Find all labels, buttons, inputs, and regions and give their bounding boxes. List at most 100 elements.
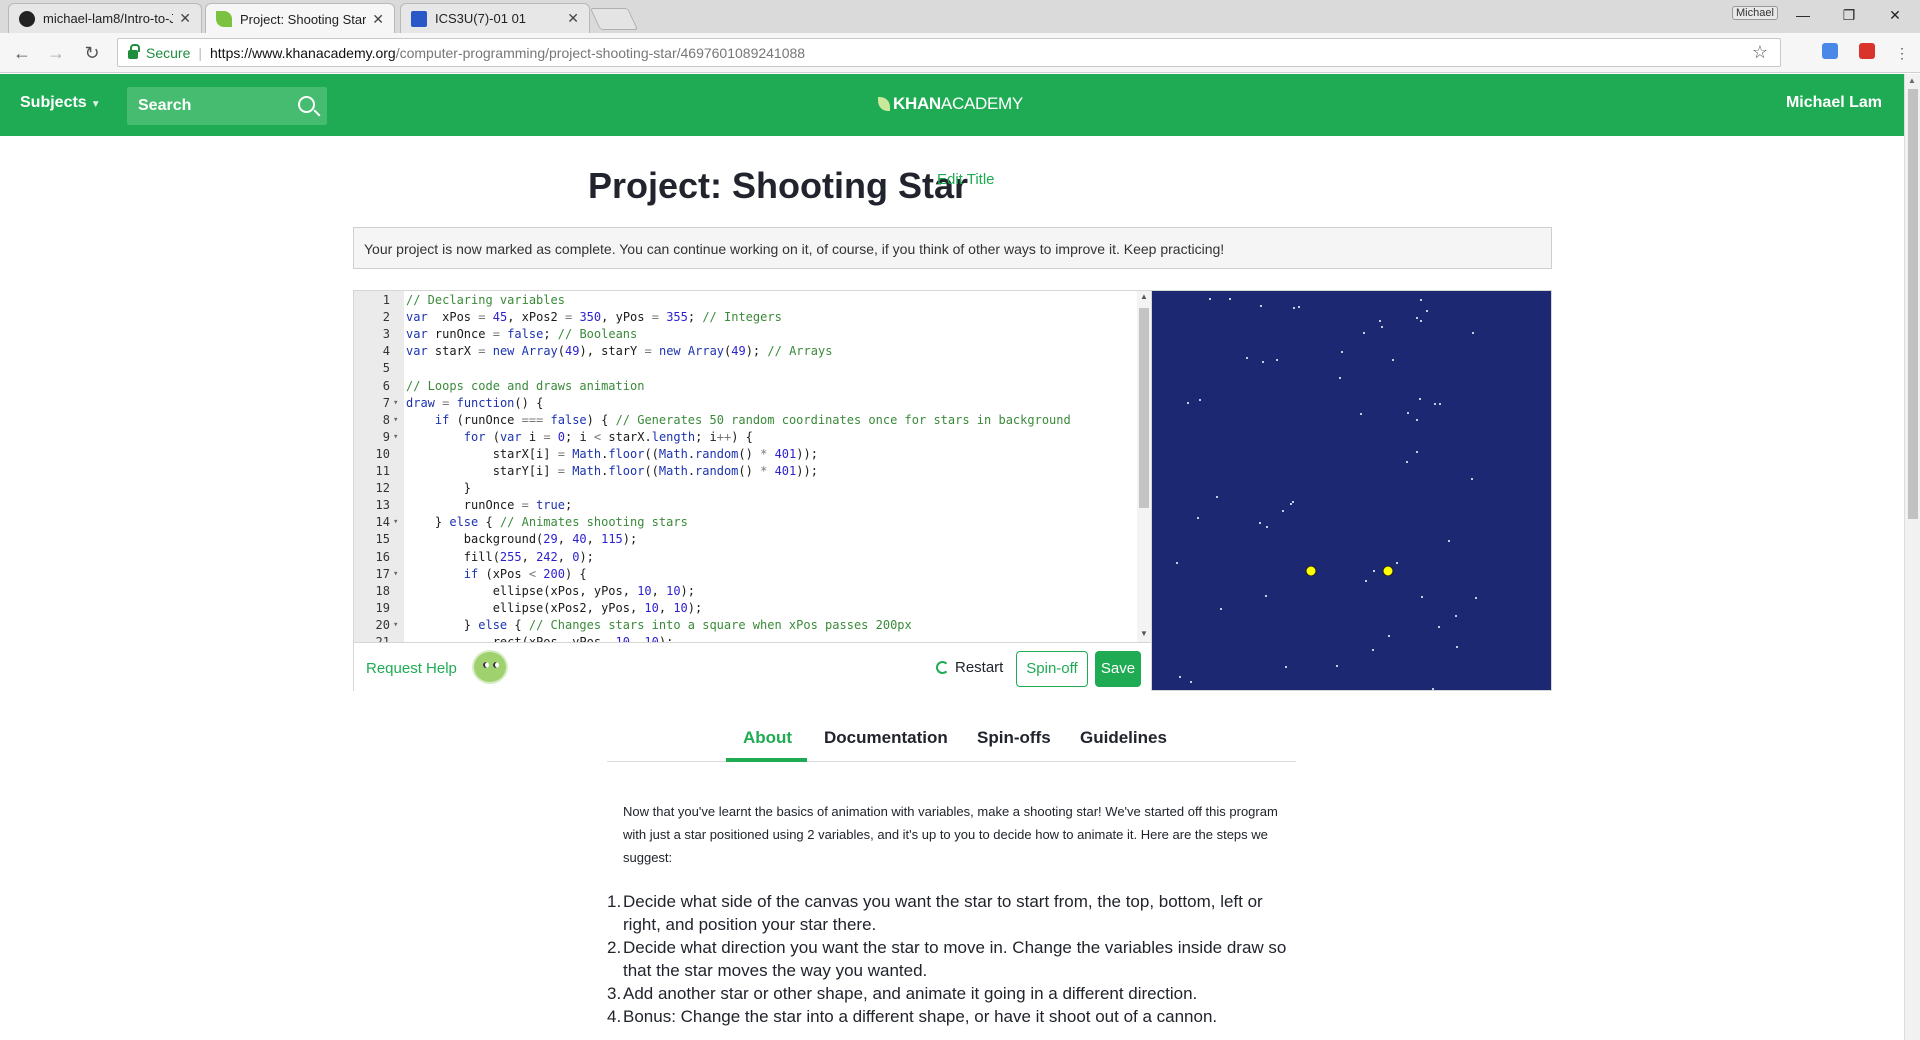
- tab-about[interactable]: About: [743, 728, 792, 748]
- save-button[interactable]: Save: [1095, 651, 1141, 687]
- edit-title-link[interactable]: Edit Title: [937, 171, 995, 188]
- line-number: 18: [375, 583, 390, 598]
- address-bar[interactable]: Secure | https://www.khanacademy.org/com…: [117, 38, 1781, 67]
- code-text: var runOnce = false; // Booleans: [406, 327, 638, 342]
- fold-arrow-icon[interactable]: ▾: [393, 429, 398, 446]
- browser-tab-docs[interactable]: ICS3U(7)-01 01 ✕: [400, 3, 590, 33]
- background-star-dot: [1339, 377, 1341, 379]
- step-text: Add another star or other shape, and ani…: [623, 984, 1198, 1003]
- fold-arrow-icon[interactable]: ▾: [393, 412, 398, 429]
- scroll-up-icon[interactable]: ▲: [1908, 76, 1916, 85]
- line-number: 5: [382, 361, 390, 376]
- menu-dots-icon[interactable]: ⋮: [1890, 41, 1914, 65]
- search-label: Search: [138, 97, 192, 114]
- code-line[interactable]: 7 ▾ draw = function() {: [354, 395, 1137, 412]
- code-line[interactable]: 19 ellipse(xPos2, yPos, 10, 10);: [354, 600, 1137, 617]
- fold-arrow-icon[interactable]: ▾: [393, 617, 398, 634]
- code-line[interactable]: 2 var xPos = 45, xPos2 = 350, yPos = 355;…: [354, 309, 1137, 326]
- line-number: 10: [375, 446, 390, 461]
- line-number: 13: [375, 498, 390, 513]
- code-text: }: [406, 481, 472, 496]
- new-tab-button[interactable]: [589, 8, 639, 30]
- fold-arrow-icon[interactable]: ▾: [393, 395, 398, 412]
- browser-tab-khan[interactable]: Project: Shooting Star | C ✕: [205, 3, 395, 34]
- reload-icon[interactable]: ↻: [80, 41, 104, 65]
- background-star-dot: [1265, 595, 1267, 597]
- github-icon: [19, 10, 35, 27]
- minimize-button[interactable]: —: [1780, 4, 1826, 26]
- request-help-link[interactable]: Request Help: [366, 660, 457, 677]
- code-line[interactable]: 20 ▾ } else { // Changes stars into a squ…: [354, 617, 1137, 634]
- restart-icon: [936, 661, 949, 674]
- line-number: 12: [375, 481, 390, 496]
- code-line[interactable]: 6 // Loops code and draws animation: [354, 378, 1137, 395]
- code-line[interactable]: 5: [354, 360, 1137, 377]
- line-number: 21: [375, 635, 390, 642]
- code-line[interactable]: 3 var runOnce = false; // Booleans: [354, 326, 1137, 343]
- background-star-dot: [1396, 562, 1398, 564]
- search-input[interactable]: Search: [127, 87, 327, 125]
- code-line[interactable]: 8 ▾ if (runOnce === false) { // Generates…: [354, 412, 1137, 429]
- code-text: var xPos = 45, xPos2 = 350, yPos = 355; …: [406, 310, 782, 325]
- tab-guidelines[interactable]: Guidelines: [1080, 728, 1167, 748]
- code-line[interactable]: 11 starY[i] = Math.floor((Math.random() …: [354, 463, 1137, 480]
- line-number: 2: [382, 310, 390, 325]
- scroll-up-icon[interactable]: ▲: [1140, 292, 1148, 301]
- user-menu[interactable]: Michael Lam: [1786, 94, 1882, 112]
- bookmark-star-icon[interactable]: ☆: [1752, 42, 1768, 63]
- code-line[interactable]: 18 ellipse(xPos, yPos, 10, 10);: [354, 583, 1137, 600]
- background-star-dot: [1471, 478, 1473, 480]
- subjects-menu[interactable]: Subjects ▼: [20, 94, 101, 112]
- line-number: 7: [382, 395, 390, 410]
- back-icon[interactable]: ←: [10, 41, 34, 65]
- line-number: 16: [375, 549, 390, 564]
- forward-icon[interactable]: →: [44, 41, 68, 65]
- line-number: 15: [375, 532, 390, 547]
- code-scrollbar-thumb[interactable]: [1139, 308, 1149, 508]
- code-line[interactable]: 4 var starX = new Array(49), starY = new …: [354, 343, 1137, 360]
- code-line[interactable]: 17 ▾ if (xPos < 200) {: [354, 566, 1137, 583]
- background-star-dot: [1420, 320, 1422, 322]
- code-line[interactable]: 21 rect(xPos, yPos, 10, 10);: [354, 634, 1137, 642]
- background-star-dot: [1179, 676, 1181, 678]
- close-window-button[interactable]: ✕: [1872, 4, 1918, 26]
- code-line[interactable]: 10 starX[i] = Math.floor((Math.random() …: [354, 446, 1137, 463]
- code-scrollbar[interactable]: ▲ ▼: [1137, 291, 1151, 642]
- code-line[interactable]: 9 ▾ for (var i = 0; i < starX.length; i++…: [354, 429, 1137, 446]
- profile-button[interactable]: Michael: [1732, 6, 1778, 20]
- scrollbar-thumb[interactable]: [1908, 89, 1918, 519]
- background-star-dot: [1187, 402, 1189, 404]
- tab-documentation[interactable]: Documentation: [824, 728, 948, 748]
- background-star-dot: [1381, 326, 1383, 328]
- spinoff-button[interactable]: Spin-off: [1016, 651, 1088, 687]
- code-line[interactable]: 1 // Declaring variables: [354, 292, 1137, 309]
- background-star-dot: [1472, 332, 1474, 334]
- restart-button[interactable]: Restart: [936, 659, 1003, 676]
- page-title: Project: Shooting Star: [588, 165, 969, 206]
- page-scrollbar[interactable]: ▲: [1904, 74, 1920, 1040]
- scroll-down-icon[interactable]: ▼: [1140, 629, 1148, 638]
- browser-tab-github[interactable]: michael-lam8/Intro-to-JS ✕: [8, 3, 202, 33]
- restore-button[interactable]: ❐: [1826, 4, 1872, 26]
- code-text-area[interactable]: 1 // Declaring variables 2 var xPos = 45, x…: [354, 291, 1137, 642]
- khan-academy-logo[interactable]: KHAN ACADEMY: [878, 94, 1023, 114]
- tab-spinoffs[interactable]: Spin-offs: [977, 728, 1051, 748]
- background-star-dot: [1420, 299, 1422, 301]
- close-icon[interactable]: ✕: [179, 10, 191, 27]
- background-star-dot: [1475, 597, 1477, 599]
- close-icon[interactable]: ✕: [567, 10, 579, 27]
- search-icon[interactable]: [298, 96, 315, 113]
- close-icon[interactable]: ✕: [372, 11, 384, 28]
- fold-arrow-icon[interactable]: ▾: [393, 566, 398, 583]
- code-line[interactable]: 14 ▾ } else { // Animates shooting stars: [354, 514, 1137, 531]
- translate-extension-icon[interactable]: [1822, 43, 1838, 59]
- code-line[interactable]: 12 }: [354, 480, 1137, 497]
- code-line[interactable]: 13 runOnce = true;: [354, 497, 1137, 514]
- extension-icon[interactable]: [1859, 43, 1875, 59]
- code-line[interactable]: 15 background(29, 40, 115);: [354, 531, 1137, 548]
- code-line[interactable]: 16 fill(255, 242, 0);: [354, 549, 1137, 566]
- step-number: 3.: [607, 984, 622, 1003]
- fold-arrow-icon[interactable]: ▾: [393, 514, 398, 531]
- code-text: for (var i = 0; i < starX.length; i++) {: [463, 429, 753, 444]
- output-canvas[interactable]: [1151, 290, 1552, 691]
